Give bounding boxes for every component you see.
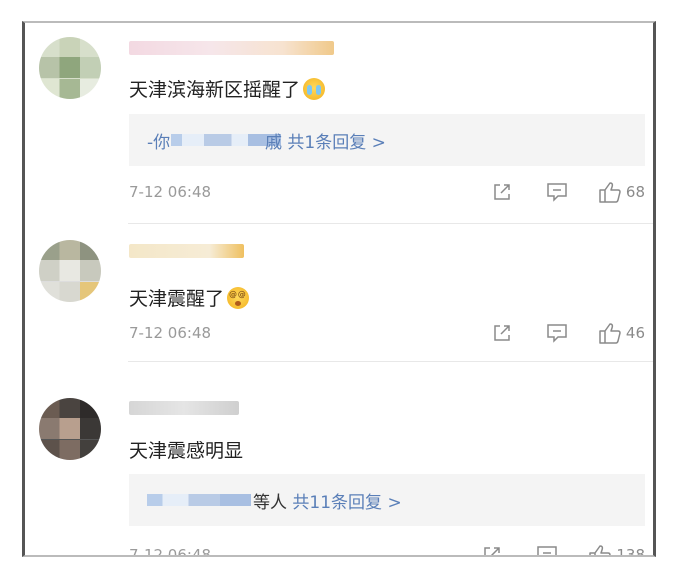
reply-preview[interactable]: -你 戚 共1条回复 > — [129, 114, 645, 166]
comment-actions: 138 — [482, 543, 645, 557]
share-icon — [484, 547, 501, 555]
comment-text: 天津震感明显 — [129, 440, 244, 462]
avatar[interactable] — [39, 37, 101, 99]
reply-count-link[interactable]: 戚 共1条回复 > — [265, 128, 386, 153]
share-icon — [494, 184, 510, 200]
reply-count-link[interactable]: 等人 共11条回复 > — [253, 488, 402, 513]
comment-icon — [547, 183, 567, 202]
like-count: 138 — [616, 546, 645, 557]
like-icon — [599, 323, 621, 344]
comment-icon — [537, 546, 558, 555]
dizzy-face-icon — [227, 287, 250, 309]
comment-item: 天津滨海新区摇醒了 -你 戚 共1条回复 > 7-12 06:48 68 — [25, 23, 653, 223]
comment-item: 天津震醒了 7-12 06:48 46 — [25, 224, 653, 361]
comment-text: 天津滨海新区摇醒了 — [129, 75, 326, 102]
share-button[interactable] — [492, 182, 512, 202]
avatar[interactable] — [39, 240, 101, 302]
crying-face-icon — [303, 78, 326, 100]
comment-item: 天津震感明显 等人 共11条回复 > 7-12 06:48 138 — [25, 362, 653, 557]
share-button[interactable] — [492, 323, 512, 343]
reply-names-blurred — [147, 494, 251, 506]
comment-timestamp: 7-12 06:48 — [129, 183, 212, 201]
like-icon — [589, 545, 612, 555]
comment-list: 天津滨海新区摇醒了 -你 戚 共1条回复 > 7-12 06:48 68 天津震… — [22, 21, 656, 557]
like-button[interactable]: 68 — [598, 181, 645, 203]
comment-timestamp: 7-12 06:48 — [129, 324, 212, 342]
like-count: 68 — [625, 183, 645, 201]
comment-actions: 46 — [492, 321, 645, 345]
comment-button[interactable] — [536, 545, 558, 555]
like-button[interactable]: 46 — [598, 322, 645, 344]
comment-button[interactable] — [546, 323, 568, 343]
reply-author-prefix: -你 — [147, 133, 171, 153]
comment-text: 天津震醒了 — [129, 284, 250, 311]
like-icon — [599, 182, 621, 203]
comment-button[interactable] — [546, 182, 568, 202]
username-blurred[interactable] — [129, 41, 334, 55]
username-blurred[interactable] — [129, 244, 244, 258]
reply-preview[interactable]: 等人 共11条回复 > — [129, 474, 645, 526]
share-button[interactable] — [482, 545, 502, 555]
avatar[interactable] — [39, 398, 101, 460]
username-blurred[interactable] — [129, 401, 239, 415]
comment-actions: 68 — [492, 180, 645, 204]
share-icon — [494, 325, 510, 341]
like-button[interactable]: 138 — [588, 544, 645, 557]
comment-timestamp: 7-12 06:48 — [129, 546, 212, 557]
comment-icon — [547, 324, 567, 343]
like-count: 46 — [625, 324, 645, 342]
